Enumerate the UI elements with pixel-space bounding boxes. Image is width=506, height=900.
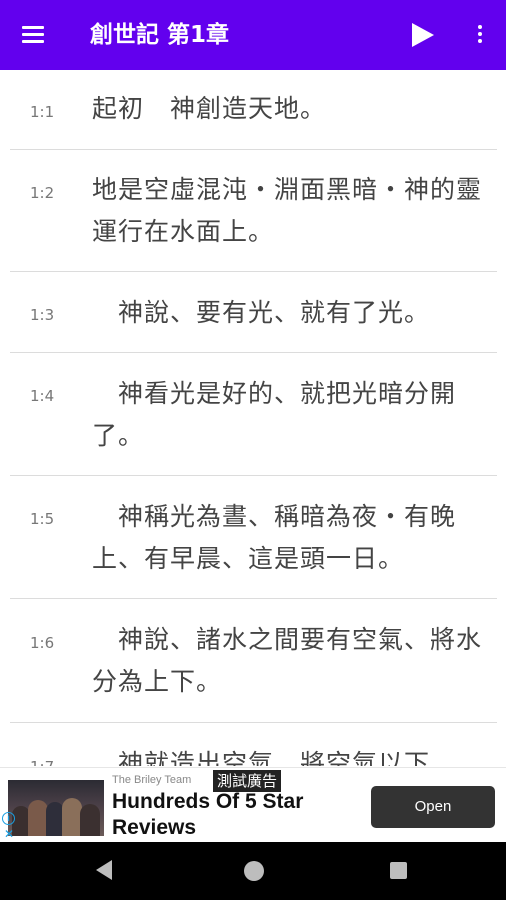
verse-number: 1:7 — [30, 757, 54, 766]
verse-number: 1:1 — [30, 103, 55, 121]
verse-row[interactable]: 1:6 神說、諸水之間要有空氣、將水分為上下。 — [10, 599, 497, 723]
ad-headline[interactable]: Hundreds Of 5 Star Reviews — [112, 789, 342, 841]
verse-list[interactable]: 1:1 起初 神創造天地。 1:2 地是空虛混沌・淵面黑暗・神的靈運行在水面上。… — [0, 70, 506, 766]
verse-row[interactable]: 1:2 地是空虛混沌・淵面黑暗・神的靈運行在水面上。 — [10, 150, 497, 272]
verse-text: 神就造出空氣、將空氣以下 — [92, 749, 431, 766]
play-icon[interactable] — [408, 20, 438, 50]
verse-row[interactable]: 1:3 神說、要有光、就有了光。 — [10, 272, 497, 353]
more-vert-icon[interactable] — [470, 20, 490, 50]
verse-row[interactable]: 1:7 神就造出空氣、將空氣以下 — [10, 723, 497, 766]
verse-number: 1:3 — [30, 306, 55, 324]
verse-text: 神說、諸水之間要有空氣、將水分為上下。 — [92, 625, 483, 696]
verse-number: 1:4 — [30, 387, 55, 405]
app-bar: 創世記 第1章 — [0, 0, 506, 70]
recents-icon[interactable] — [390, 862, 407, 879]
verse-text: 起初 神創造天地。 — [92, 94, 327, 123]
ad-thumbnail[interactable] — [8, 780, 104, 836]
verse-text: 神看光是好的、就把光暗分開了。 — [92, 379, 457, 450]
verse-number: 1:6 — [30, 634, 55, 652]
hamburger-menu-icon[interactable] — [18, 22, 52, 50]
verse-text: 神稱光為晝、稱暗為夜・有晚上、有早晨、這是頭一日。 — [92, 502, 457, 573]
verse-text: 神說、要有光、就有了光。 — [92, 298, 431, 327]
verse-row[interactable]: 1:1 起初 神創造天地。 — [10, 70, 497, 150]
ad-info-icon[interactable]: i — [2, 812, 15, 825]
ad-close-icon[interactable]: ✕ — [4, 828, 14, 840]
verse-row[interactable]: 1:5 神稱光為晝、稱暗為夜・有晚上、有早晨、這是頭一日。 — [10, 476, 497, 599]
system-nav-bar — [0, 842, 506, 900]
verse-row[interactable]: 1:4 神看光是好的、就把光暗分開了。 — [10, 353, 497, 476]
page-title: 創世記 第1章 — [90, 22, 230, 48]
home-icon[interactable] — [244, 861, 264, 881]
verse-number: 1:2 — [30, 184, 55, 202]
verse-text: 地是空虛混沌・淵面黑暗・神的靈運行在水面上。 — [92, 175, 483, 246]
ad-open-button[interactable]: Open — [371, 786, 495, 828]
back-icon[interactable] — [94, 859, 114, 885]
ad-advertiser: The Briley Team — [112, 774, 192, 786]
ad-banner[interactable]: The Briley Team 測試廣告 Hundreds Of 5 Star … — [0, 767, 506, 842]
verse-number: 1:5 — [30, 510, 55, 528]
